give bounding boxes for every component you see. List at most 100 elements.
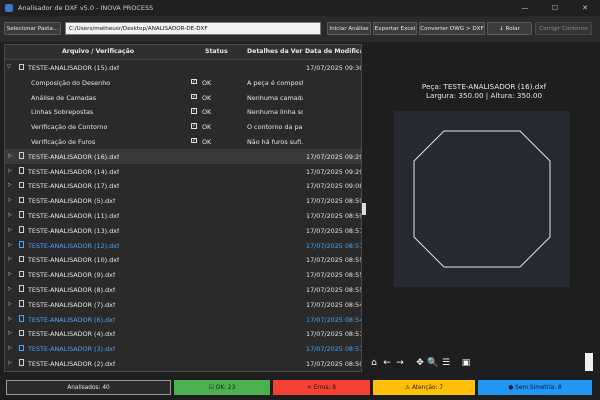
file-date: 17/07/2025 08:59 (306, 197, 362, 206)
file-row[interactable]: ▷ TESTE-ANALISADOR (4).dxf 17/07/2025 08:5… (5, 326, 361, 341)
expand-icon[interactable]: ▷ (8, 301, 12, 307)
file-row[interactable]: ▷ TESTE-ANALISADOR (7).dxf 17/07/2025 08:5… (5, 297, 361, 312)
file-row[interactable]: ▷ TESTE-ANALISADOR (12).dxf 17/07/2025 08:… (5, 238, 361, 253)
check-row[interactable]: Verificação de Contorno ✓ OK O contorno da … (5, 119, 361, 134)
save-icon[interactable]: ▣ (460, 357, 472, 370)
file-row[interactable]: ▷ TESTE-ANALISADOR (17).dxf 17/07/2025 09:… (5, 178, 361, 193)
file-row[interactable]: ▷ TESTE-ANALISADOR (3).dxf 17/07/2025 08:5… (5, 341, 361, 356)
expand-icon[interactable]: ▷ (8, 316, 12, 322)
expand-icon[interactable]: ▷ (8, 286, 12, 292)
expand-icon[interactable]: ▷ (8, 256, 12, 262)
file-date: 17/07/2025 09:29 (306, 152, 362, 161)
info-icon: ● (508, 384, 516, 391)
ok-checkbox-icon: ✓ (191, 93, 197, 100)
file-date: 17/07/2025 08:57 (306, 241, 362, 250)
check-status: OK (202, 108, 212, 117)
tree-header: Arquivo / Verificação Status Detalhes da… (5, 45, 361, 60)
file-date: 17/07/2025 08:57 (306, 226, 362, 235)
check-row[interactable]: Composição do Desenho ✓ OK A peça é compost… (5, 75, 361, 90)
file-icon (19, 196, 24, 204)
file-date: 17/07/2025 08:59 (306, 211, 362, 220)
start-analysis-button[interactable]: Iniciar Análise (327, 22, 371, 35)
check-row[interactable]: Análise de Camadas ✓ OK Nenhuma camada... (5, 90, 361, 105)
pan-icon[interactable]: ✥ (414, 357, 426, 370)
file-icon (19, 211, 24, 218)
ok-checkbox-icon: ✓ (191, 108, 197, 115)
file-icon (19, 315, 24, 322)
file-tree[interactable]: Arquivo / Verificação Status Detalhes da… (4, 44, 362, 372)
part-outline (413, 130, 551, 268)
file-date: 17/07/2025 09:29 (306, 167, 362, 176)
preview-canvas[interactable] (394, 111, 570, 287)
convert-dwg-button[interactable]: Converter DWG > DXF (419, 22, 485, 35)
configure-icon[interactable]: ☰ (440, 357, 452, 370)
home-icon[interactable]: ⌂ (368, 357, 380, 370)
check-name: Análise de Camadas (31, 93, 97, 102)
zoom-icon[interactable]: 🔍 (427, 357, 439, 370)
maximize-button[interactable]: ☐ (540, 0, 570, 16)
check-row[interactable]: Verificação de Furos ✓ OK Não há furos sufi… (5, 134, 361, 149)
file-date: 17/07/2025 08:55 (306, 271, 362, 280)
file-row[interactable]: ▷ TESTE-ANALISADOR (5).dxf 17/07/2025 08:5… (5, 193, 361, 208)
expand-icon[interactable]: ▷ (8, 168, 12, 174)
file-date: 17/07/2025 08:51 (306, 330, 362, 339)
file-name: TESTE-ANALISADOR (11).dxf (28, 211, 120, 220)
expand-icon[interactable]: ▷ (8, 182, 12, 188)
expand-icon[interactable]: ▷ (8, 271, 12, 277)
check-row[interactable]: Linhas Sobrepostas ✓ OK Nenhuma linha so... (5, 104, 361, 119)
check-status: OK (202, 78, 212, 87)
check-name: Verificação de Furos (31, 137, 96, 146)
file-row[interactable]: ▷ TESTE-ANALISADOR (6).dxf 17/07/2025 08:5… (5, 312, 361, 327)
file-name: TESTE-ANALISADOR (6).dxf (28, 315, 116, 324)
check-status: OK (202, 137, 212, 146)
expand-icon[interactable]: ▷ (8, 330, 12, 336)
file-icon (19, 300, 24, 307)
header-details[interactable]: Detalhes da Verificação (247, 48, 303, 55)
file-name: TESTE-ANALISADOR (7).dxf (28, 300, 116, 309)
file-icon (19, 181, 24, 189)
panel-grip[interactable] (585, 353, 593, 371)
file-date: 17/07/2025 08:54 (306, 300, 362, 309)
expand-icon[interactable]: ▷ (8, 227, 12, 233)
tree-row-expanded[interactable]: ▽ TESTE-ANALISADOR (15).dxf 17/07/2025 0… (5, 60, 361, 75)
expand-icon[interactable]: ▷ (8, 345, 12, 351)
file-name: TESTE-ANALISADOR (15).dxf (28, 64, 120, 72)
check-details: Não há furos sufi... (247, 137, 303, 146)
select-folder-button[interactable]: Selecionar Pasta... (4, 22, 61, 35)
file-row[interactable]: ▷ TESTE-ANALISADOR (14).dxf 17/07/2025 09:… (5, 164, 361, 179)
expand-icon[interactable]: ▷ (8, 242, 12, 248)
close-button[interactable]: ✕ (570, 0, 600, 16)
expand-icon[interactable]: ▷ (8, 360, 12, 366)
rotate-button[interactable]: ↓ Rolar (487, 22, 532, 35)
title-bar: Analisador de DXF v5.0 - INOVA PROCESS —… (0, 0, 600, 16)
header-status[interactable]: Status (205, 48, 228, 55)
file-icon (19, 241, 24, 248)
minimize-button[interactable]: — (510, 0, 540, 16)
folder-path-field[interactable]: C:/Users/matheusr/Desktop/ANALISADOR-DE-… (65, 22, 321, 35)
back-arrow-icon[interactable]: ← (381, 357, 393, 370)
file-name: TESTE-ANALISADOR (14).dxf (28, 167, 120, 176)
file-name: TESTE-ANALISADOR (8).dxf (28, 285, 116, 294)
header-file[interactable]: Arquivo / Verificação (62, 48, 134, 55)
file-row[interactable]: ▷ TESTE-ANALISADOR (9).dxf 17/07/2025 08:5… (5, 267, 361, 282)
fix-contour-button[interactable]: Corrigir Contorno (535, 22, 592, 35)
expand-icon[interactable]: ▷ (8, 197, 12, 203)
export-excel-button[interactable]: Exportar Excel (373, 22, 417, 35)
collapse-icon[interactable]: ▽ (7, 64, 11, 70)
file-row[interactable]: ▷ TESTE-ANALISADOR (13).dxf 17/07/2025 08:… (5, 223, 361, 238)
preview-title: Peça: TESTE-ANALISADOR (16).dxf Largura:… (368, 82, 600, 100)
file-row[interactable]: ▷ TESTE-ANALISADOR (8).dxf 17/07/2025 08:5… (5, 282, 361, 297)
expand-icon[interactable]: ▷ (8, 153, 12, 159)
file-row[interactable]: ▷ TESTE-ANALISADOR (2).dxf 17/07/2025 08:5… (5, 356, 361, 371)
file-name: TESTE-ANALISADOR (17).dxf (28, 182, 120, 191)
check-name: Linhas Sobrepostas (31, 108, 94, 117)
file-row[interactable]: ▷ TESTE-ANALISADOR (10).dxf 17/07/2025 08:… (5, 252, 361, 267)
expand-icon[interactable]: ▷ (8, 212, 12, 218)
file-row[interactable]: ▷ TESTE-ANALISADOR (11).dxf 17/07/2025 08:… (5, 208, 361, 223)
file-date: 17/07/2025 08:50 (306, 359, 362, 368)
file-name: TESTE-ANALISADOR (5).dxf (28, 197, 116, 206)
file-row[interactable]: ▷ TESTE-ANALISADOR (16).dxf 17/07/2025 09:… (5, 148, 362, 164)
splitter-handle[interactable] (362, 203, 366, 215)
header-date[interactable]: Data de Modificação (305, 48, 361, 55)
forward-arrow-icon[interactable]: → (394, 357, 406, 370)
